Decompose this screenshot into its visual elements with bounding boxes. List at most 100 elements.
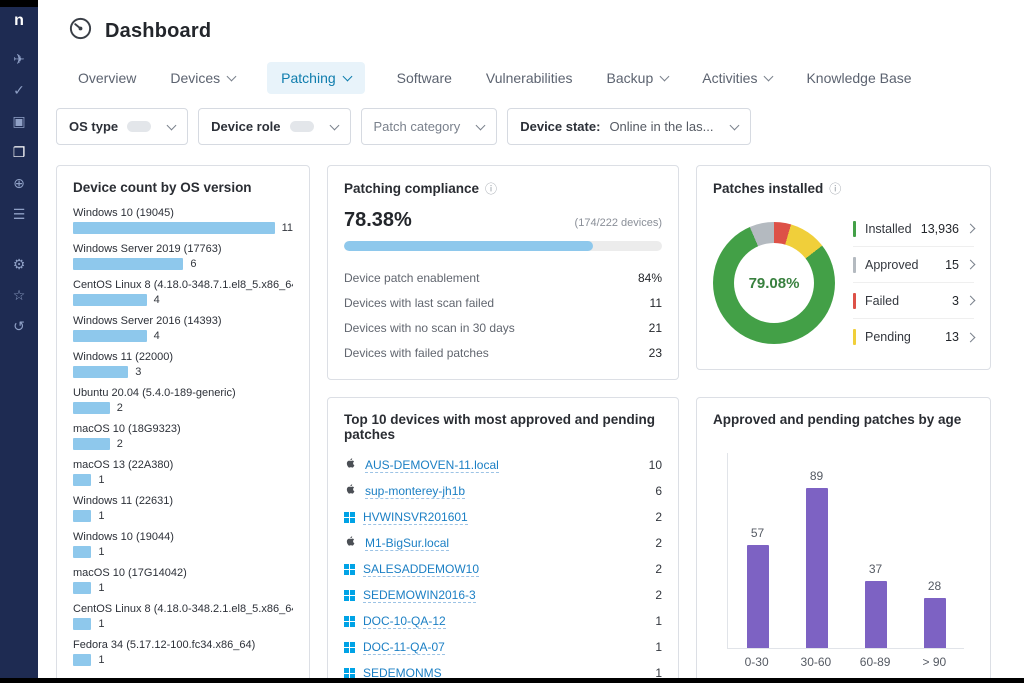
- compliance-percent: 78.38%: [344, 209, 412, 232]
- tab-overview[interactable]: Overview: [76, 62, 138, 94]
- os-bar: [73, 582, 91, 594]
- legend-row[interactable]: Pending13: [853, 319, 974, 355]
- os-row: macOS 13 (22A380)1: [73, 459, 293, 486]
- filter-patch-category[interactable]: Patch category: [361, 108, 498, 145]
- device-link[interactable]: HVWINSVR201601: [363, 510, 468, 525]
- devices-icon[interactable]: ❐: [8, 145, 30, 163]
- compliance-progress: [344, 241, 662, 251]
- filter-label: Device role: [211, 119, 280, 134]
- device-link[interactable]: AUS-DEMOVEN-11.local: [365, 458, 499, 473]
- favorites-icon[interactable]: ☆: [8, 288, 30, 306]
- stat-label: Devices with failed patches: [344, 346, 489, 360]
- card-patches-by-age: Approved and pending patches by age 5789…: [696, 397, 991, 683]
- filter-os-type[interactable]: OS type: [56, 108, 188, 145]
- legend-row[interactable]: Installed13,936: [853, 211, 974, 247]
- os-bar-row: 1: [73, 582, 293, 594]
- tab-label: Overview: [78, 70, 136, 86]
- axis-tick-label: 60-89: [846, 655, 905, 669]
- os-bar: [73, 366, 128, 378]
- os-bar: [73, 546, 91, 558]
- device-count: 1: [655, 614, 662, 628]
- os-row: Windows 11 (22631)1: [73, 495, 293, 522]
- device-link[interactable]: SEDEMOWIN2016-3: [363, 588, 476, 603]
- info-icon[interactable]: ⓘ: [485, 180, 497, 197]
- device-row: AUS-DEMOVEN-11.local 10: [344, 452, 662, 478]
- tab-patching[interactable]: Patching: [267, 62, 364, 94]
- os-value: 4: [154, 294, 160, 306]
- count-pill: [290, 121, 314, 132]
- device-link[interactable]: M1-BigSur.local: [365, 536, 449, 551]
- os-bar-row: 1: [73, 654, 293, 666]
- device-count: 2: [655, 536, 662, 550]
- filter-device-state-[interactable]: Device state:Online in the las...: [507, 108, 750, 145]
- bar-column: 57: [728, 526, 787, 648]
- legend-color-swatch: [853, 221, 856, 237]
- legend-label: Approved: [865, 258, 919, 272]
- card-patches-installed: Patches installed ⓘ 79.08% Installed13,9…: [696, 165, 991, 370]
- tasks-icon[interactable]: ☰: [8, 207, 30, 225]
- remote-icon[interactable]: ▣: [8, 114, 30, 132]
- donut-hole: 79.08%: [734, 243, 814, 323]
- os-label: Windows 11 (22000): [73, 351, 293, 363]
- tab-software[interactable]: Software: [395, 62, 454, 94]
- card-title-row: Device count by OS version: [73, 180, 293, 195]
- chevron-right-icon: [966, 296, 976, 306]
- device-count: 10: [649, 458, 662, 472]
- os-label: Ubuntu 20.04 (5.4.0-189-generic): [73, 387, 293, 399]
- os-value: 1: [98, 474, 104, 486]
- patches-donut: 79.08%: [713, 222, 835, 344]
- bar-column: 37: [846, 562, 905, 648]
- os-bar: [73, 618, 91, 630]
- tab-backup[interactable]: Backup: [605, 62, 671, 94]
- os-row: Windows 10 (19045)11: [73, 207, 293, 234]
- filter-bar: OS type Device role Patch categoryDevice s…: [56, 108, 994, 145]
- bar: [924, 598, 946, 648]
- windows-icon: [344, 512, 355, 523]
- tab-vulnerabilities[interactable]: Vulnerabilities: [484, 62, 575, 94]
- device-link[interactable]: SALESADDEMOW10: [363, 562, 479, 577]
- chevron-right-icon: [966, 260, 976, 270]
- deploy-icon[interactable]: ✈: [8, 52, 30, 70]
- stat-label: Device patch enablement: [344, 271, 479, 285]
- sidebar: n ✈ ✓ ▣ ❐ ⊕ ☰ ⚙ ☆ ↺: [0, 0, 38, 683]
- device-link[interactable]: DOC-11-QA-07: [363, 640, 445, 655]
- axis-tick-label: 30-60: [786, 655, 845, 669]
- app-logo[interactable]: n: [14, 12, 24, 30]
- tab-activities[interactable]: Activities: [700, 62, 774, 94]
- axis-tick-label: 0-30: [727, 655, 786, 669]
- status-icon[interactable]: ✓: [8, 83, 30, 101]
- settings-icon[interactable]: ⚙: [8, 257, 30, 275]
- os-row: CentOS Linux 8 (4.18.0-348.2.1.el8_5.x86…: [73, 603, 293, 630]
- history-icon[interactable]: ↺: [8, 319, 30, 337]
- os-list: Windows 10 (19045)11Windows Server 2019 …: [73, 207, 293, 666]
- tab-devices[interactable]: Devices: [168, 62, 237, 94]
- filter-device-role[interactable]: Device role: [198, 108, 350, 145]
- compliance-devices: (174/222 devices): [575, 217, 662, 229]
- device-count: 6: [655, 484, 662, 498]
- legend-row[interactable]: Failed3: [853, 283, 974, 319]
- compliance-summary: 78.38% (174/222 devices): [344, 209, 662, 232]
- device-count: 1: [655, 640, 662, 654]
- legend-value: 3: [952, 294, 959, 308]
- chevron-down-icon: [329, 120, 339, 130]
- stat-label: Devices with last scan failed: [344, 296, 494, 310]
- count-pill: [127, 121, 151, 132]
- os-label: macOS 10 (17G14042): [73, 567, 293, 579]
- legend-row[interactable]: Approved15: [853, 247, 974, 283]
- tab-knowledge-base[interactable]: Knowledge Base: [804, 62, 913, 94]
- card-patching-compliance: Patching compliance ⓘ 78.38% (174/222 de…: [327, 165, 679, 380]
- os-bar: [73, 294, 147, 306]
- os-label: Windows 10 (19044): [73, 531, 293, 543]
- legend-value: 13: [945, 330, 959, 344]
- legend-color-swatch: [853, 293, 856, 309]
- bar: [747, 545, 769, 648]
- device-link[interactable]: sup-monterey-jh1b: [365, 484, 465, 499]
- device-link[interactable]: DOC-10-QA-12: [363, 614, 446, 629]
- chevron-down-icon: [660, 72, 670, 82]
- network-icon[interactable]: ⊕: [8, 176, 30, 194]
- info-icon[interactable]: ⓘ: [829, 180, 841, 197]
- os-bar-row: 3: [73, 366, 293, 378]
- stat-value: 21: [649, 321, 662, 335]
- os-label: CentOS Linux 8 (4.18.0-348.2.1.el8_5.x86…: [73, 603, 293, 615]
- os-bar-row: 1: [73, 510, 293, 522]
